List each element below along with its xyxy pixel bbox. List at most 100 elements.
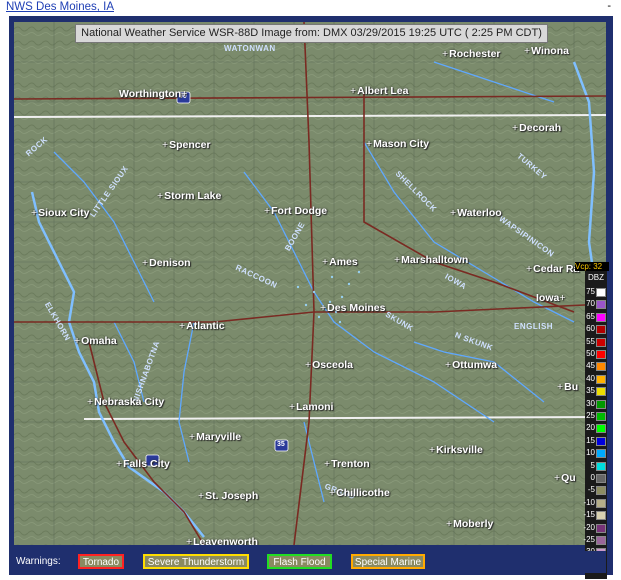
legend-value-label: 40: [586, 373, 595, 383]
legend-color-swatch: [596, 288, 606, 297]
radar-map: 90 35 WATONWAN ROCK LITTLE SIOUX BOONE R…: [14, 22, 606, 545]
city-lamoni: +Lamoni: [289, 401, 334, 413]
special-marine-warning-button[interactable]: Special Marine: [351, 554, 425, 569]
legend-color-swatch: [596, 300, 606, 310]
city-marshalltown: +Marshalltown: [394, 254, 469, 266]
city-fort-dodge: +Fort Dodge: [264, 205, 328, 217]
legend-value-label: 30: [586, 398, 595, 408]
legend-color-swatch: [596, 312, 606, 322]
legend-row: 30: [585, 399, 607, 410]
legend-value-label: 20: [586, 423, 595, 433]
legend-color-swatch: [596, 350, 606, 359]
legend-row: -20: [583, 522, 607, 534]
city-leavenworth: +Leavenworth: [186, 536, 258, 545]
legend-value-label: 25: [586, 411, 595, 420]
legend-row: 0: [585, 473, 607, 484]
legend-color-swatch: [596, 449, 606, 459]
dbz-unit-label: DBZ: [588, 273, 604, 282]
city-spencer: +Spencer: [162, 139, 211, 151]
legend-color-swatch: [596, 424, 606, 434]
nws-des-moines-link[interactable]: NWS Des Moines, IA: [6, 1, 114, 13]
legend-row: -25: [583, 535, 607, 546]
legend-row: 50: [585, 349, 607, 360]
legend-row: -5: [585, 485, 607, 496]
legend-row: 45: [585, 361, 607, 372]
legend-row: 60: [585, 324, 607, 335]
legend-color-swatch: [596, 362, 606, 372]
legend-row: 5: [585, 461, 607, 472]
city-sioux-city: +Sioux City: [31, 207, 90, 219]
legend-value-label: 55: [586, 336, 595, 346]
legend-color-swatch: [596, 374, 606, 384]
legend-color-swatch: [596, 337, 606, 347]
tornado-warning-button[interactable]: Tornado: [78, 554, 124, 569]
river-label: ENGLISH: [514, 322, 554, 331]
city-winona: +Winona: [524, 45, 569, 57]
legend-value-label: 75: [586, 287, 595, 296]
legend-row: 70: [585, 299, 607, 310]
route-35-label: 35: [277, 441, 285, 448]
legend-color-swatch: [596, 536, 606, 545]
city-osceola: +Osceola: [305, 359, 353, 371]
city-cedar-rapids: +Cedar Ra: [526, 263, 580, 275]
dbz-legend: Vcp: 32 DBZ 75 70 65 60 55 50 45 40 35 30 25 20 15 10…: [575, 262, 609, 579]
legend-value-label: 45: [586, 361, 595, 371]
legend-value-label: 50: [586, 349, 595, 358]
city-albert-lea: +Albert Lea: [350, 85, 409, 97]
vcp-label: Vcp: 32: [575, 262, 609, 271]
city-waterloo: +Waterloo: [450, 207, 502, 219]
city-st-joseph: +St. Joseph: [198, 490, 259, 502]
legend-value-label: -10: [583, 497, 595, 507]
legend-value-label: 15: [586, 435, 595, 445]
city-rochester: +Rochester: [442, 48, 501, 60]
city-nebraska-city: +Nebraska City: [87, 396, 165, 408]
city-worthington: Worthington+: [119, 88, 188, 100]
legend-value-label: 10: [586, 448, 595, 458]
legend-row: 40: [585, 374, 607, 385]
city-atlantic: +Atlantic: [179, 320, 225, 332]
legend-value-label: -5: [587, 485, 595, 495]
city-quincy: +Qu: [554, 472, 576, 484]
city-des-moines: +Des Moines: [320, 302, 386, 314]
legend-row: 10: [585, 448, 607, 459]
river-label: WATONWAN: [224, 44, 276, 53]
legend-row: 75: [585, 287, 607, 298]
legend-value-label: -15: [583, 510, 595, 520]
city-chillicothe: +Chillicothe: [329, 487, 390, 499]
legend-color-swatch: [596, 498, 606, 508]
legend-color-swatch: [596, 436, 606, 446]
city-denison: +Denison: [142, 257, 191, 269]
top-bar: NWS Des Moines, IA -: [0, 0, 621, 16]
city-trenton: +Trenton: [324, 458, 370, 470]
city-moberly: +Moberly: [446, 518, 494, 530]
legend-color-swatch: [596, 523, 606, 533]
legend-value-label: 0: [590, 473, 595, 482]
legend-row: 55: [585, 337, 607, 348]
legend-value-label: 5: [590, 460, 595, 470]
radar-image-header: National Weather Service WSR-88D Image f…: [75, 24, 548, 43]
legend-color-swatch: [596, 325, 606, 335]
city-falls-city: +Falls City: [116, 458, 170, 470]
city-maryville: +Maryville: [189, 431, 242, 443]
legend-color-swatch: [596, 399, 606, 409]
legend-row: 20: [585, 423, 607, 434]
warnings-label: Warnings:: [16, 556, 61, 567]
flash-flood-warning-button[interactable]: Flash Flood: [267, 554, 332, 569]
minimize-control[interactable]: -: [607, 0, 611, 12]
city-ames: +Ames: [322, 256, 358, 268]
legend-value-label: -20: [583, 522, 595, 532]
legend-color-swatch: [596, 511, 606, 521]
legend-value-label: -25: [583, 535, 595, 544]
city-mason-city: +Mason City: [366, 138, 430, 150]
map-drawing: [14, 22, 606, 545]
legend-value-label: 35: [586, 386, 595, 396]
city-kirksville: +Kirksville: [429, 444, 483, 456]
legend-value-label: 65: [586, 311, 595, 321]
severe-thunderstorm-warning-button[interactable]: Severe Thunderstorm: [143, 554, 249, 569]
legend-row: -10: [583, 497, 607, 509]
legend-row: 25: [585, 411, 607, 422]
city-burlington: +Bu: [557, 381, 579, 393]
legend-color-swatch: [596, 387, 606, 397]
legend-color-swatch: [596, 412, 606, 421]
legend-row: -15: [583, 510, 607, 521]
